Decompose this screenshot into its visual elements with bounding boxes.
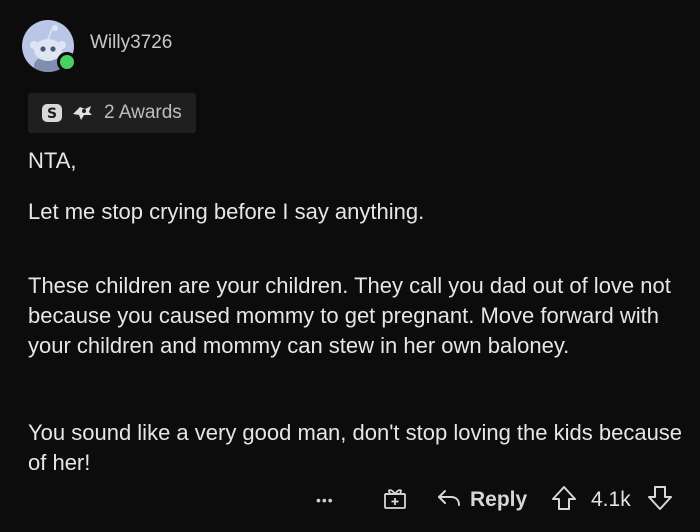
awards-bar[interactable]: S 2 Awards	[28, 93, 196, 133]
vote-score: 4.1k	[591, 488, 631, 511]
more-icon: •••	[316, 492, 334, 508]
gift-icon	[381, 484, 409, 517]
username[interactable]: Willy3726	[90, 32, 172, 54]
comment-paragraph: NTA,	[28, 148, 77, 173]
comment-paragraph: You sound like a very good man, don't st…	[28, 420, 683, 475]
hand-award-icon	[70, 101, 94, 125]
awards-count: 2 Awards	[104, 102, 182, 123]
comment-actions: ••• Reply 4.1k	[0, 478, 700, 522]
avatar[interactable]	[22, 20, 77, 72]
reply-arrow-icon	[436, 485, 462, 516]
comment-paragraph: These children are your children. They c…	[28, 273, 671, 358]
reply-label: Reply	[470, 488, 528, 511]
online-status-dot	[57, 52, 77, 72]
more-options-button[interactable]: •••	[316, 478, 334, 522]
reply-button[interactable]: Reply	[436, 478, 527, 522]
downvote-arrow-icon	[646, 484, 674, 517]
svg-text:S: S	[47, 106, 57, 122]
upvote-button[interactable]	[550, 478, 578, 522]
comment-header: Willy3726	[22, 18, 172, 74]
upvote-arrow-icon	[550, 484, 578, 517]
comment-paragraph: Let me stop crying before I say anything…	[28, 199, 425, 224]
downvote-button[interactable]	[646, 478, 674, 522]
silver-award-icon: S	[40, 101, 64, 125]
give-award-button[interactable]	[381, 478, 409, 522]
